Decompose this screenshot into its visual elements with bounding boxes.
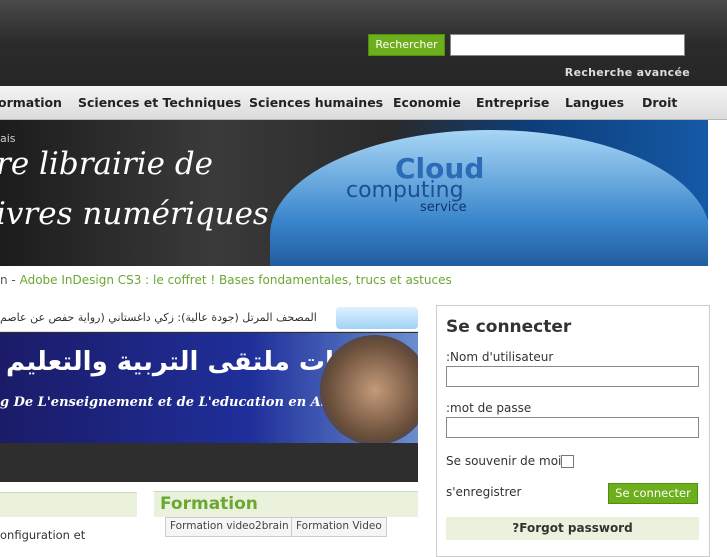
ad-photo <box>320 335 418 443</box>
remember-label: Se souvenir de moi <box>446 454 562 468</box>
forum-ad-banner[interactable]: منتديات ملتقى التربية والتعليم g De L'en… <box>0 333 418 443</box>
login-submit-button[interactable]: Se connecter <box>608 483 698 504</box>
tag-formation-video2brain[interactable]: Formation video2brain <box>165 517 294 537</box>
banner-title-line1: re librairie de <box>0 146 214 182</box>
password-label: :mot de passe <box>446 401 532 415</box>
site-logo <box>336 307 418 329</box>
nav-item-entreprise[interactable]: Entreprise <box>476 95 549 110</box>
tag-formation-video[interactable]: Formation Video <box>291 517 387 537</box>
forgot-password-link[interactable]: ?Forgot password <box>446 517 699 540</box>
left-box-header <box>0 492 137 517</box>
password-field[interactable] <box>446 417 699 438</box>
formation-header: Formation <box>154 491 418 517</box>
search-button[interactable]: Rechercher <box>368 34 445 56</box>
formation-title: Formation <box>160 494 258 514</box>
nav-item-formation[interactable]: ormation <box>0 95 62 110</box>
hero-banner: ais re librairie de ivres numériques Clo… <box>0 120 708 266</box>
breadcrumb: n - Adobe InDesign CS3 : le coffret ! Ba… <box>0 273 452 287</box>
nav-item-economie[interactable]: Economie <box>393 95 461 110</box>
nav-item-langues[interactable]: Langues <box>565 95 624 110</box>
login-box: Se connecter :Nom d'utilisateur :mot de … <box>436 305 710 557</box>
ticker-text[interactable]: المصحف المرتل (جودة عالية): زكي داغستاني… <box>0 305 317 331</box>
register-link[interactable]: s'enregistrer <box>446 485 522 499</box>
username-label: :Nom d'utilisateur <box>446 350 554 364</box>
breadcrumb-prefix: n - <box>0 273 20 287</box>
username-field[interactable] <box>446 366 699 387</box>
banner-title-line2: ivres numériques <box>0 196 269 232</box>
main-nav: ormation Sciences et Techniques Sciences… <box>0 86 727 120</box>
nav-item-droit[interactable]: Droit <box>642 95 677 110</box>
top-header: Rechercher Recherche avancée <box>0 0 727 86</box>
nav-item-sciences-techniques[interactable]: Sciences et Techniques <box>78 95 241 110</box>
remember-checkbox[interactable] <box>561 455 574 468</box>
nav-item-sciences-humaines[interactable]: Sciences humaines <box>249 95 383 110</box>
advanced-search-link[interactable]: Recherche avancée <box>565 66 690 79</box>
left-box-text[interactable]: onfiguration et <box>0 528 85 542</box>
ad-french-subtitle: g De L'enseignement et de L'education en… <box>0 395 364 410</box>
login-title: Se connecter <box>446 317 572 337</box>
banner-small-text: ais <box>0 132 16 145</box>
search-input[interactable] <box>450 34 685 56</box>
news-ticker[interactable]: المصحف المرتل (جودة عالية): زكي داغستاني… <box>0 305 418 332</box>
cloud-service: service <box>420 200 467 215</box>
cloud-computing-image: Cloud computing service <box>270 130 708 266</box>
breadcrumb-link[interactable]: Adobe InDesign CS3 : le coffret ! Bases … <box>20 273 452 287</box>
